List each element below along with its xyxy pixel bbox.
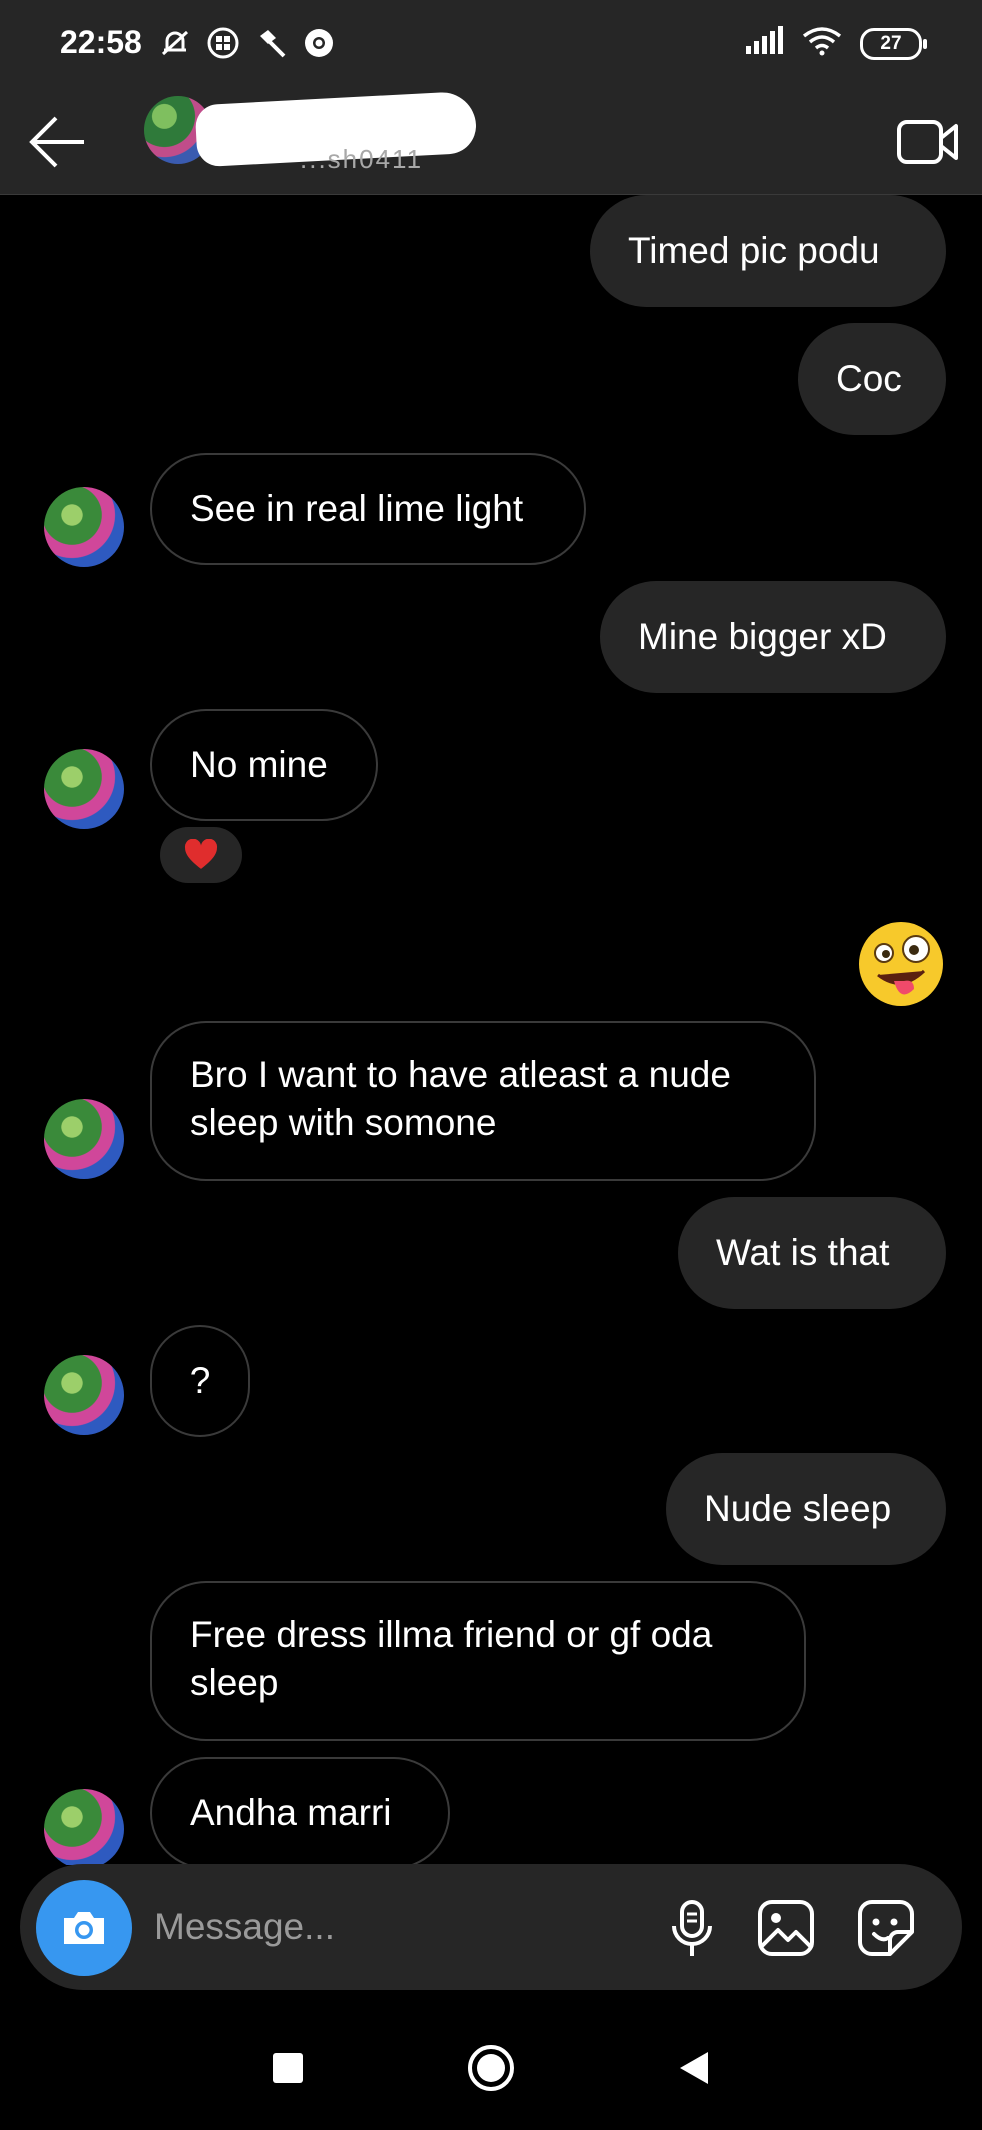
camera-button[interactable] xyxy=(36,1880,132,1976)
sender-avatar[interactable] xyxy=(44,1789,124,1865)
sender-avatar[interactable] xyxy=(44,749,124,829)
contact-username: ...sh0411 xyxy=(300,144,424,174)
message-bubble[interactable]: No mine xyxy=(150,709,378,821)
sender-avatar[interactable] xyxy=(44,487,124,567)
back-nav-button[interactable] xyxy=(664,2038,724,2098)
message-bubble[interactable]: See in real lime light xyxy=(150,453,586,565)
sender-avatar[interactable] xyxy=(44,1355,124,1435)
camera-icon xyxy=(64,1912,104,1944)
recent-apps-icon xyxy=(273,2053,303,2083)
microphone-icon xyxy=(672,1900,712,1956)
tools-icon xyxy=(254,26,288,60)
message-bubble[interactable]: Coc xyxy=(798,323,946,435)
status-bar: 22:58 27 xyxy=(0,0,982,88)
message-composer xyxy=(20,1864,962,1990)
message-bubble[interactable]: Mine bigger xD xyxy=(600,581,946,693)
home-button[interactable] xyxy=(461,2038,521,2098)
zany-face-icon xyxy=(859,922,943,1006)
signal-icon xyxy=(744,26,784,61)
sticker-button[interactable] xyxy=(854,1896,918,1960)
status-right-icons: 27 xyxy=(744,26,927,61)
message-bubble[interactable]: ? xyxy=(150,1325,250,1437)
back-nav-icon xyxy=(680,2052,708,2084)
message-bubble[interactable]: Wat is that xyxy=(678,1197,946,1309)
home-icon xyxy=(468,2045,514,2091)
chrome-icon xyxy=(302,26,336,60)
status-time: 22:58 xyxy=(60,24,142,60)
sticker-icon xyxy=(858,1900,914,1956)
arrow-left-icon xyxy=(29,116,84,168)
status-notification-icons xyxy=(158,26,336,60)
gallery-icon xyxy=(758,1900,814,1956)
back-button[interactable] xyxy=(26,110,90,174)
video-call-button[interactable] xyxy=(896,114,960,170)
message-bubble[interactable]: Free dress illma friend or gf oda sleep xyxy=(150,1581,806,1741)
message-input[interactable] xyxy=(152,1894,636,1960)
message-bubble[interactable]: Timed pic podu xyxy=(590,195,946,307)
system-navigation-bar xyxy=(0,2000,982,2130)
sender-avatar[interactable] xyxy=(44,1099,124,1179)
app-notification-icon xyxy=(206,26,240,60)
message-thread[interactable]: Timed pic podu Coc See in real lime ligh… xyxy=(0,195,982,1865)
battery-indicator: 27 xyxy=(860,27,927,60)
muted-bell-icon xyxy=(158,26,192,60)
microphone-button[interactable] xyxy=(660,1896,724,1960)
zany-face-emoji-message[interactable] xyxy=(856,919,946,1009)
wifi-icon xyxy=(802,26,842,61)
chat-header: ...sh0411 xyxy=(0,88,982,195)
heart-icon xyxy=(185,839,217,869)
gallery-button[interactable] xyxy=(754,1896,818,1960)
message-bubble[interactable]: Andha marri xyxy=(150,1757,450,1865)
message-bubble[interactable]: Bro I want to have atleast a nude sleep … xyxy=(150,1021,816,1181)
heart-reaction[interactable] xyxy=(160,827,242,883)
video-call-icon xyxy=(897,120,958,164)
message-bubble[interactable]: Nude sleep xyxy=(666,1453,946,1565)
recent-apps-button[interactable] xyxy=(258,2038,318,2098)
